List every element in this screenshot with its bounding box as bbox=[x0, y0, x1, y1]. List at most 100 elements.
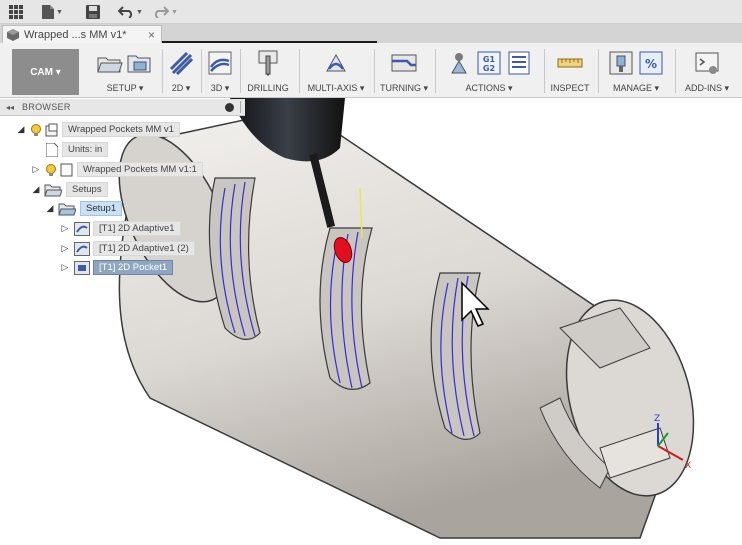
document-icon bbox=[46, 142, 58, 157]
grid-icon bbox=[9, 5, 23, 19]
expand-icon[interactable]: ▷ bbox=[59, 243, 71, 254]
separator bbox=[240, 49, 241, 93]
undo-button[interactable]: ▼ bbox=[118, 3, 143, 21]
save-icon bbox=[86, 5, 100, 19]
tool-library-icon bbox=[608, 50, 634, 76]
close-tab-button[interactable]: × bbox=[148, 28, 155, 42]
operation-label: [T1] 2D Adaptive1 (2) bbox=[93, 241, 195, 256]
2d-group[interactable]: 2D ▾ bbox=[164, 47, 198, 96]
simulate-icon bbox=[446, 50, 472, 76]
turning-group-label: TURNING ▾ bbox=[379, 83, 428, 93]
setup-folder-icon bbox=[127, 50, 153, 76]
expand-icon[interactable]: ▷ bbox=[59, 223, 71, 234]
multi-axis-group[interactable]: MULTI-AXIS ▾ bbox=[301, 47, 371, 96]
design-cube-icon bbox=[7, 28, 19, 41]
component-icon bbox=[60, 163, 73, 176]
drill-icon bbox=[255, 50, 281, 76]
multi-axis-group-label: MULTI-AXIS ▾ bbox=[307, 83, 365, 93]
3d-group[interactable]: 3D ▾ bbox=[203, 47, 237, 96]
ribbon-toolbar: CAM ▾ SETUP ▾ 2D ▾ 3D ▾ DRILLING MULTI-A… bbox=[0, 43, 742, 98]
g1-text: G1 bbox=[483, 55, 496, 64]
inspect-group-label: INSPECT bbox=[550, 83, 590, 93]
measure-icon bbox=[557, 50, 583, 76]
add-ins-group-label: ADD-INS ▾ bbox=[684, 83, 730, 93]
separator bbox=[162, 49, 163, 93]
g2-text: G2 bbox=[483, 64, 495, 73]
setup-group[interactable]: SETUP ▾ bbox=[90, 47, 160, 96]
turning-group[interactable]: TURNING ▾ bbox=[376, 47, 432, 96]
scripts-icon bbox=[694, 50, 720, 76]
adaptive-operation-icon bbox=[74, 221, 90, 236]
expand-icon[interactable]: ◢ bbox=[15, 124, 27, 135]
browser-title: BROWSER bbox=[22, 102, 71, 112]
setup-icon bbox=[58, 203, 76, 215]
tree-setup1[interactable]: ◢ Setup1 bbox=[44, 200, 123, 217]
collapse-browser-button[interactable]: ◂◂ bbox=[6, 103, 14, 112]
actions-group-label: ACTIONS ▾ bbox=[465, 83, 513, 93]
document-title: Wrapped ...s MM v1* bbox=[24, 28, 127, 41]
expand-icon[interactable]: ▷ bbox=[30, 164, 42, 175]
fusion-cam-window: ▼ ▼ ▼ Wrapped ...s MM v1* × CAM ▾ SETUP … bbox=[0, 0, 742, 545]
setup-group-label: SETUP ▾ bbox=[106, 83, 144, 93]
3d-group-label: 3D ▾ bbox=[210, 83, 230, 93]
chevron-down-icon: ▼ bbox=[136, 8, 143, 16]
2d-toolpath-icon bbox=[168, 50, 194, 76]
tree-units-label: Units: in bbox=[62, 142, 109, 157]
redo-button[interactable]: ▼ bbox=[153, 3, 178, 21]
actions-group[interactable]: G1 G2 ACTIONS ▾ bbox=[437, 47, 541, 96]
percent-text: % bbox=[645, 57, 657, 71]
setups-folder-icon bbox=[44, 184, 62, 196]
separator bbox=[435, 49, 436, 93]
adaptive-operation-icon bbox=[74, 241, 90, 256]
file-icon bbox=[42, 5, 54, 19]
operation-label: [T1] 2D Pocket1 bbox=[93, 260, 174, 275]
manage-group[interactable]: % MANAGE ▾ bbox=[600, 47, 672, 96]
lightbulb-icon[interactable] bbox=[44, 163, 58, 177]
document-tab[interactable]: Wrapped ...s MM v1* × bbox=[2, 25, 162, 43]
app-grid-button[interactable] bbox=[9, 3, 23, 21]
separator bbox=[675, 49, 676, 93]
expand-icon[interactable]: ◢ bbox=[44, 203, 56, 214]
chevron-down-icon: ▼ bbox=[171, 8, 178, 16]
tree-root-label: Wrapped Pockets MM v1 bbox=[62, 122, 180, 137]
tree-setups-label: Setups bbox=[66, 182, 108, 197]
new-setup-icon bbox=[97, 50, 123, 76]
workspace-switcher[interactable]: CAM ▾ bbox=[12, 49, 79, 95]
quick-access-toolbar: ▼ ▼ ▼ bbox=[0, 0, 742, 24]
post-process-icon: G1 G2 bbox=[476, 50, 502, 76]
lightbulb-icon[interactable] bbox=[29, 123, 43, 137]
chevron-down-icon: ▼ bbox=[56, 8, 63, 16]
operation-label: [T1] 2D Adaptive1 bbox=[93, 221, 181, 236]
add-ins-group[interactable]: ADD-INS ▾ bbox=[677, 47, 737, 96]
turning-icon bbox=[391, 50, 417, 76]
browser-pin-icon[interactable] bbox=[225, 102, 234, 112]
setup-sheet-icon bbox=[506, 50, 532, 76]
tree-component-label: Wrapped Pockets MM v1:1 bbox=[77, 162, 203, 177]
triad-x-label: X bbox=[685, 461, 691, 471]
tree-operation[interactable]: ▷ [T1] 2D Adaptive1 (2) bbox=[59, 240, 195, 257]
triad-z-label: Z bbox=[654, 414, 660, 424]
3d-toolpath-icon bbox=[207, 50, 233, 76]
inspect-group[interactable]: INSPECT bbox=[546, 47, 594, 96]
2d-group-label: 2D ▾ bbox=[171, 83, 191, 93]
manage-group-label: MANAGE ▾ bbox=[612, 83, 660, 93]
separator bbox=[374, 49, 375, 93]
expand-icon[interactable]: ◢ bbox=[30, 184, 42, 195]
save-button[interactable] bbox=[86, 3, 100, 21]
design-icon bbox=[45, 123, 58, 136]
tree-operation-active[interactable]: ▷ [T1] 2D Pocket1 bbox=[59, 259, 174, 276]
pocket-operation-icon bbox=[74, 260, 90, 275]
separator bbox=[544, 49, 545, 93]
multi-axis-icon bbox=[323, 50, 349, 76]
tree-operation[interactable]: ▷ [T1] 2D Adaptive1 bbox=[59, 220, 181, 237]
file-menu-button[interactable]: ▼ bbox=[42, 3, 63, 21]
drilling-group[interactable]: DRILLING bbox=[242, 47, 294, 96]
tree-units[interactable]: Units: in bbox=[46, 141, 109, 158]
redo-icon bbox=[154, 6, 169, 18]
expand-icon[interactable]: ▷ bbox=[59, 262, 71, 273]
tree-setups[interactable]: ◢ Setups bbox=[30, 181, 108, 198]
separator bbox=[598, 49, 599, 93]
tree-root[interactable]: ◢ Wrapped Pockets MM v1 bbox=[15, 121, 180, 138]
tree-component[interactable]: ▷ Wrapped Pockets MM v1:1 bbox=[30, 161, 203, 178]
separator bbox=[299, 49, 300, 93]
